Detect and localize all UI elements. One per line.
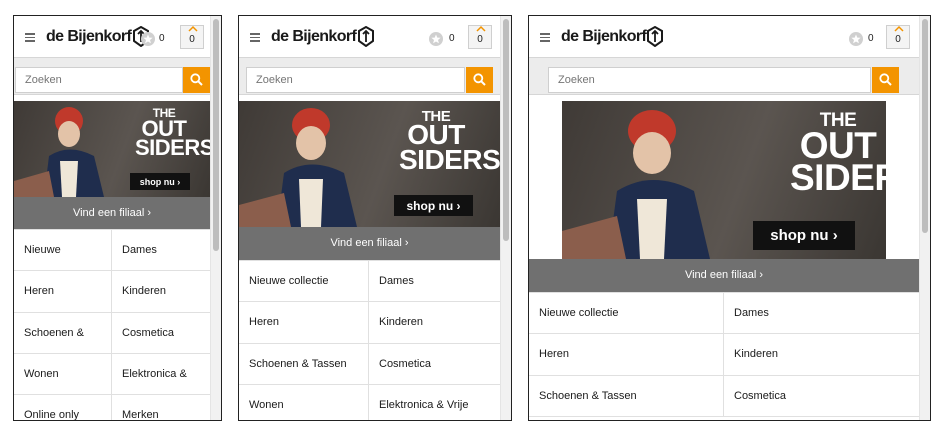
scrollbar-thumb[interactable]	[503, 19, 509, 241]
wishlist-count: 0	[159, 33, 165, 44]
shop-now-button[interactable]: shop nu ›	[394, 195, 473, 216]
nav-item[interactable]: Nieuwe collectie	[529, 293, 723, 335]
nav-item[interactable]: Elektronica &	[111, 353, 211, 396]
nav-item[interactable]: Cosmetica	[111, 312, 211, 354]
promo-banner[interactable]: THEOUTSIDERS shop nu ›	[562, 101, 886, 259]
find-store-link[interactable]: Vind een filiaal ›	[14, 197, 210, 229]
banner-title: THEOUTSIDERS	[135, 106, 211, 160]
nav-item[interactable]: Wonen	[239, 385, 368, 420]
brand-logo[interactable]: de Bijenkorf	[271, 27, 357, 47]
cart-chevron-icon	[476, 25, 486, 32]
cart-chevron-icon	[894, 25, 904, 32]
nav-item[interactable]: Heren	[529, 334, 723, 376]
banner-title: THEOUTSIDERS	[399, 108, 501, 175]
nav-item[interactable]: Kinderen	[723, 334, 919, 376]
nav-item[interactable]: Wonen	[14, 354, 111, 396]
scrollbar-thumb[interactable]	[213, 19, 219, 251]
nav-item[interactable]: Schoenen & Tassen	[239, 344, 368, 385]
wishlist-star-icon[interactable]	[141, 32, 155, 46]
nav-item[interactable]: Kinderen	[111, 271, 211, 313]
search-input[interactable]	[548, 67, 871, 93]
nav-item[interactable]: Heren	[14, 271, 111, 313]
nav-item[interactable]: Nieuwe	[14, 230, 111, 272]
hamburger-menu-icon[interactable]	[25, 33, 35, 42]
nav-item[interactable]: Dames	[111, 230, 211, 272]
nav-item[interactable]: Dames	[723, 293, 919, 335]
scrollbar-thumb[interactable]	[922, 19, 928, 233]
find-store-link[interactable]: Vind een filiaal ›	[239, 227, 500, 260]
header: de Bijenkorf 0 0	[529, 16, 919, 58]
cart-count: 0	[477, 34, 483, 45]
wishlist-count: 0	[449, 33, 455, 44]
header: de Bijenkorf 0 0	[239, 16, 500, 58]
search-button[interactable]	[872, 67, 899, 93]
hamburger-menu-icon[interactable]	[540, 33, 550, 42]
wishlist-count: 0	[868, 33, 874, 44]
nav-item[interactable]: Merken	[111, 395, 211, 420]
search-bar	[14, 58, 210, 95]
search-bar	[239, 58, 500, 95]
hamburger-menu-icon[interactable]	[250, 33, 260, 42]
nav-item[interactable]: Dames	[368, 261, 501, 303]
search-input[interactable]	[246, 67, 465, 93]
wishlist-star-icon[interactable]	[429, 32, 443, 46]
search-icon	[473, 73, 486, 86]
cart-chevron-icon	[188, 25, 198, 32]
nav-item[interactable]: Cosmetica	[368, 343, 501, 385]
shop-now-button[interactable]: shop nu ›	[130, 173, 190, 190]
brand-logo[interactable]: de Bijenkorf	[46, 27, 132, 47]
nav-item[interactable]: Elektronica & Vrije	[368, 384, 501, 420]
nav-item[interactable]: Online only	[14, 395, 111, 420]
nav-item[interactable]: Kinderen	[368, 302, 501, 344]
scrollbar[interactable]	[919, 16, 930, 420]
search-input[interactable]	[15, 67, 183, 93]
brand-logo[interactable]: de Bijenkorf	[561, 27, 647, 47]
nav-item[interactable]: Heren	[239, 302, 368, 344]
banner-title: THEOUTSIDERS	[790, 110, 886, 199]
cart-button[interactable]: 0	[886, 25, 910, 49]
category-nav: Nieuwe collectie Dames Heren Kinderen Sc…	[239, 260, 501, 420]
tablet-screen-large: de Bijenkorf 0 0 THEOUTSIDERS shop nu › …	[528, 15, 931, 421]
promo-banner[interactable]: THEOUTSIDERS shop nu ›	[14, 101, 211, 197]
nav-item[interactable]: Nieuwe collectie	[239, 261, 368, 303]
phone-screen-medium: de Bijenkorf 0 0 THEOUTSIDERS shop nu › …	[238, 15, 512, 421]
search-button[interactable]	[466, 67, 493, 93]
header: de Bijenkorf 0 0	[14, 16, 210, 58]
wishlist-star-icon[interactable]	[849, 32, 863, 46]
scrollbar[interactable]	[210, 16, 221, 420]
category-nav: Nieuwe Dames Heren Kinderen Schoenen & C…	[14, 229, 211, 420]
cart-button[interactable]: 0	[468, 25, 492, 49]
bee-logo-icon	[647, 26, 663, 47]
category-nav: Nieuwe collectie Dames Heren Kinderen Sc…	[529, 292, 919, 417]
promo-banner[interactable]: THEOUTSIDERS shop nu ›	[239, 101, 501, 227]
cart-count: 0	[895, 34, 901, 45]
search-icon	[190, 73, 203, 86]
nav-item[interactable]: Cosmetica	[723, 375, 919, 417]
find-store-link[interactable]: Vind een filiaal ›	[529, 259, 919, 292]
search-button[interactable]	[183, 67, 210, 93]
search-bar	[529, 58, 919, 95]
shop-now-button[interactable]: shop nu ›	[753, 221, 855, 250]
phone-screen-small: de Bijenkorf 0 0 THEOUTSIDERS shop nu › …	[13, 15, 222, 421]
bee-logo-icon	[358, 26, 374, 47]
search-icon	[879, 73, 892, 86]
scrollbar[interactable]	[500, 16, 511, 420]
nav-item[interactable]: Schoenen &	[14, 313, 111, 354]
nav-item[interactable]: Schoenen & Tassen	[529, 376, 723, 417]
cart-button[interactable]: 0	[180, 25, 204, 49]
cart-count: 0	[189, 34, 195, 45]
